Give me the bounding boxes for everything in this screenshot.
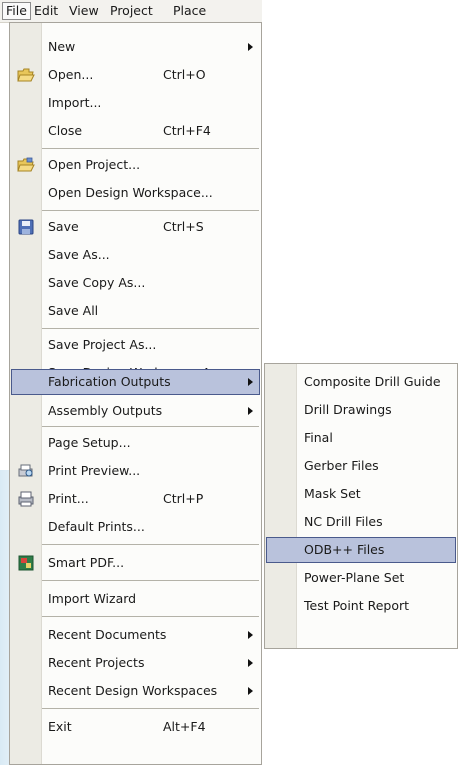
menu-item-default-prints[interactable]: Default Prints...: [10, 513, 261, 541]
menu-separator: [42, 616, 259, 617]
menu-item-label: Smart PDF...: [48, 555, 125, 570]
submenu-item-power-plane-set[interactable]: Power-Plane Set: [265, 564, 457, 592]
menu-item-save-project-as[interactable]: Save Project As...: [10, 331, 261, 359]
menu-item-save[interactable]: Save Ctrl+S: [10, 213, 261, 241]
open-project-icon: [17, 157, 35, 172]
menu-item-label: New: [48, 39, 76, 54]
submenu-item-drill-drawings[interactable]: Drill Drawings: [265, 396, 457, 424]
menu-item-recent-design-workspaces[interactable]: Recent Design Workspaces: [10, 677, 261, 705]
submenu-arrow-icon: [248, 659, 253, 667]
menu-item-label: Open...: [48, 67, 94, 82]
menu-item-label: Assembly Outputs: [48, 403, 163, 418]
submenu-item-composite-drill-guide[interactable]: Composite Drill Guide: [265, 368, 457, 396]
menu-item-open-project[interactable]: Open Project...: [10, 151, 261, 179]
shortcut-text: Ctrl+P: [163, 491, 204, 506]
shortcut-text: Ctrl+F4: [163, 123, 211, 138]
menu-item-label: Save: [48, 219, 79, 234]
menu-item-label: Power-Plane Set: [304, 570, 405, 585]
menu-item-recent-documents[interactable]: Recent Documents: [10, 621, 261, 649]
menu-item-close[interactable]: Close Ctrl+F4: [10, 117, 261, 145]
open-folder-icon: [17, 68, 35, 82]
menu-item-label: Gerber Files: [304, 458, 379, 473]
menu-item-label: NC Drill Files: [304, 514, 383, 529]
printer-icon: [18, 491, 34, 507]
submenu-arrow-icon: [248, 43, 253, 51]
menu-project[interactable]: Project: [107, 3, 156, 19]
submenu-arrow-icon: [248, 631, 253, 639]
menu-item-import[interactable]: Import...: [10, 89, 261, 117]
menu-item-smart-pdf[interactable]: Smart PDF...: [10, 549, 261, 577]
menu-item-label: Final: [304, 430, 333, 445]
submenu-item-nc-drill-files[interactable]: NC Drill Files: [265, 508, 457, 536]
menu-item-label: ODB++ Files: [304, 542, 385, 557]
menu-item-open[interactable]: Open... Ctrl+O: [10, 61, 261, 89]
menu-item-label: Default Prints...: [48, 519, 145, 534]
menu-item-recent-projects[interactable]: Recent Projects: [10, 649, 261, 677]
shortcut-text: Ctrl+O: [163, 67, 206, 82]
submenu-item-test-point-report[interactable]: Test Point Report: [265, 592, 457, 620]
menu-item-label: Composite Drill Guide: [304, 374, 441, 389]
menu-edit[interactable]: Edit: [31, 3, 61, 19]
menu-item-print[interactable]: Print... Ctrl+P: [10, 485, 261, 513]
menu-file[interactable]: File: [2, 2, 31, 20]
menu-item-label: Mask Set: [304, 486, 361, 501]
menu-item-page-setup[interactable]: Page Setup...: [10, 429, 261, 457]
menu-item-import-wizard[interactable]: Import Wizard: [10, 585, 261, 613]
menu-item-label: Exit: [48, 719, 72, 734]
menu-item-save-copy-as[interactable]: Save Copy As...: [10, 269, 261, 297]
shortcut-text: Ctrl+S: [163, 219, 204, 234]
menu-item-label: Save All: [48, 303, 99, 318]
menu-separator: [42, 210, 259, 211]
menu-item-assembly-outputs[interactable]: Assembly Outputs: [10, 397, 261, 425]
menu-item-label: Close: [48, 123, 83, 138]
menu-item-new[interactable]: New: [10, 33, 261, 61]
save-disk-icon: [18, 219, 34, 235]
smart-pdf-icon: [18, 555, 34, 571]
menu-item-label: Test Point Report: [304, 598, 410, 613]
menu-item-label: Drill Drawings: [304, 402, 392, 417]
menu-separator: [42, 544, 259, 545]
menu-item-label: Fabrication Outputs: [48, 374, 171, 389]
menu-view[interactable]: View: [66, 3, 102, 19]
menu-item-label: Recent Documents: [48, 627, 167, 642]
shortcut-text: Alt+F4: [163, 719, 206, 734]
menu-separator: [42, 148, 259, 149]
menu-item-label: Recent Projects: [48, 655, 145, 670]
fabrication-outputs-submenu: Composite Drill Guide Drill Drawings Fin…: [264, 363, 458, 649]
menu-separator: [42, 426, 259, 427]
menu-item-label: Print Preview...: [48, 463, 141, 478]
menu-separator: [42, 708, 259, 709]
menu-item-save-as[interactable]: Save As...: [10, 241, 261, 269]
submenu-arrow-icon: [248, 378, 253, 386]
menu-item-label: Import...: [48, 95, 102, 110]
menu-item-label: Save Project As...: [48, 337, 157, 352]
menu-item-print-preview[interactable]: Print Preview...: [10, 457, 261, 485]
submenu-item-gerber-files[interactable]: Gerber Files: [265, 452, 457, 480]
menu-item-label: Recent Design Workspaces: [48, 683, 218, 698]
submenu-arrow-icon: [248, 407, 253, 415]
menu-item-fabrication-outputs[interactable]: Fabrication Outputs: [10, 368, 261, 396]
menu-item-label: Import Wizard: [48, 591, 137, 606]
menu-item-label: Page Setup...: [48, 435, 131, 450]
menu-item-label: Save As...: [48, 247, 110, 262]
menu-item-save-all[interactable]: Save All: [10, 297, 261, 325]
submenu-item-mask-set[interactable]: Mask Set: [265, 480, 457, 508]
submenu-item-final[interactable]: Final: [265, 424, 457, 452]
menu-item-exit[interactable]: Exit Alt+F4: [10, 713, 261, 741]
menu-item-label: Open Design Workspace...: [48, 185, 213, 200]
menu-item-label: Open Project...: [48, 157, 141, 172]
menu-item-open-design-workspace[interactable]: Open Design Workspace...: [10, 179, 261, 207]
menu-separator: [42, 580, 259, 581]
menu-separator: [42, 328, 259, 329]
submenu-item-odb-files[interactable]: ODB++ Files: [265, 536, 457, 564]
submenu-arrow-icon: [248, 687, 253, 695]
menu-item-label: Print...: [48, 491, 89, 506]
menu-bar: File Edit View Project Place: [0, 0, 262, 23]
file-menu: New Open... Ctrl+O Import... Close Ctrl+…: [9, 22, 262, 765]
menu-item-label: Save Copy As...: [48, 275, 146, 290]
menu-place[interactable]: Place: [170, 3, 209, 19]
print-preview-icon: [18, 464, 33, 477]
